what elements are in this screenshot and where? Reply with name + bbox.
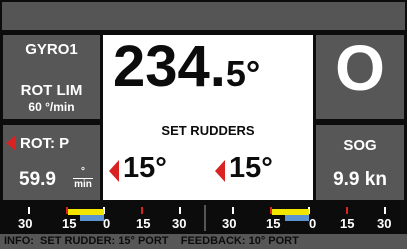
scale-tick-stbd bbox=[141, 207, 143, 214]
sog-label: SOG bbox=[343, 137, 377, 154]
scale-tick bbox=[384, 207, 386, 214]
heading-decimal: 5° bbox=[225, 53, 261, 94]
feedback-rudder-bar bbox=[80, 215, 104, 221]
heading-value: 234.5° bbox=[113, 33, 260, 100]
rot-limit-value: 60 °/min bbox=[28, 100, 75, 114]
scale-tick bbox=[28, 207, 30, 214]
port-arrow-icon bbox=[6, 135, 16, 151]
steering-mode-panel[interactable]: GYRO1 ROT LIM 60 °/min bbox=[0, 32, 103, 122]
rate-of-turn-panel: ROT: P 59.9 ° min bbox=[0, 122, 103, 203]
scale-tick bbox=[232, 207, 234, 214]
status-text: SET RUDDERS bbox=[161, 123, 255, 138]
scale-label: 15 bbox=[340, 216, 355, 231]
mode-label: GYRO1 bbox=[25, 41, 78, 58]
feedback-rudder-bar bbox=[285, 215, 309, 221]
rot-value: 59.9 bbox=[19, 169, 56, 190]
heading-main: 234. bbox=[113, 34, 226, 99]
mode-letter: O bbox=[335, 32, 385, 104]
heading-panel: 234.5° SET RUDDERS 15° 15° bbox=[103, 32, 313, 203]
scale-tick-stbd bbox=[346, 207, 348, 214]
sog-value: 9.9 kn bbox=[333, 169, 387, 190]
rot-limit-label: ROT LIM bbox=[20, 82, 83, 99]
rot-unit-degree: ° bbox=[81, 166, 85, 177]
scale-label: 0 bbox=[309, 216, 317, 231]
rudder-scale-1: 30 15 0 15 30 bbox=[0, 203, 204, 233]
rudder-port-value: 15° bbox=[123, 152, 167, 184]
scale-label: 15 bbox=[266, 216, 281, 231]
rudder-scale-bar: 30 15 0 15 30 30 15 0 15 30 bbox=[0, 203, 407, 233]
scale-label: 30 bbox=[222, 216, 237, 231]
scale-label: 30 bbox=[18, 216, 33, 231]
rot-label: ROT: P bbox=[20, 135, 70, 152]
info-text: INFO: SET RUDDER: 15° PORT FEEDBACK: 10°… bbox=[4, 235, 299, 247]
port-arrow-icon bbox=[215, 160, 225, 182]
port-arrow-icon bbox=[109, 160, 119, 182]
scale-label: 0 bbox=[103, 216, 111, 231]
speed-over-ground-panel: SOG 9.9 kn bbox=[313, 122, 407, 203]
top-bar bbox=[0, 0, 407, 32]
scale-label: 30 bbox=[172, 216, 187, 231]
scale-tick bbox=[179, 207, 181, 214]
rudder-stbd-value: 15° bbox=[229, 152, 273, 184]
scale-label: 30 bbox=[377, 216, 392, 231]
scale-label: 15 bbox=[62, 216, 77, 231]
steering-mode-indicator[interactable]: O bbox=[313, 32, 407, 122]
scale-label: 15 bbox=[136, 216, 151, 231]
info-bar: INFO: SET RUDDER: 15° PORT FEEDBACK: 10°… bbox=[0, 233, 407, 249]
rot-unit-minute: min bbox=[74, 179, 92, 190]
rudder-scale-2: 30 15 0 15 30 bbox=[206, 203, 407, 233]
